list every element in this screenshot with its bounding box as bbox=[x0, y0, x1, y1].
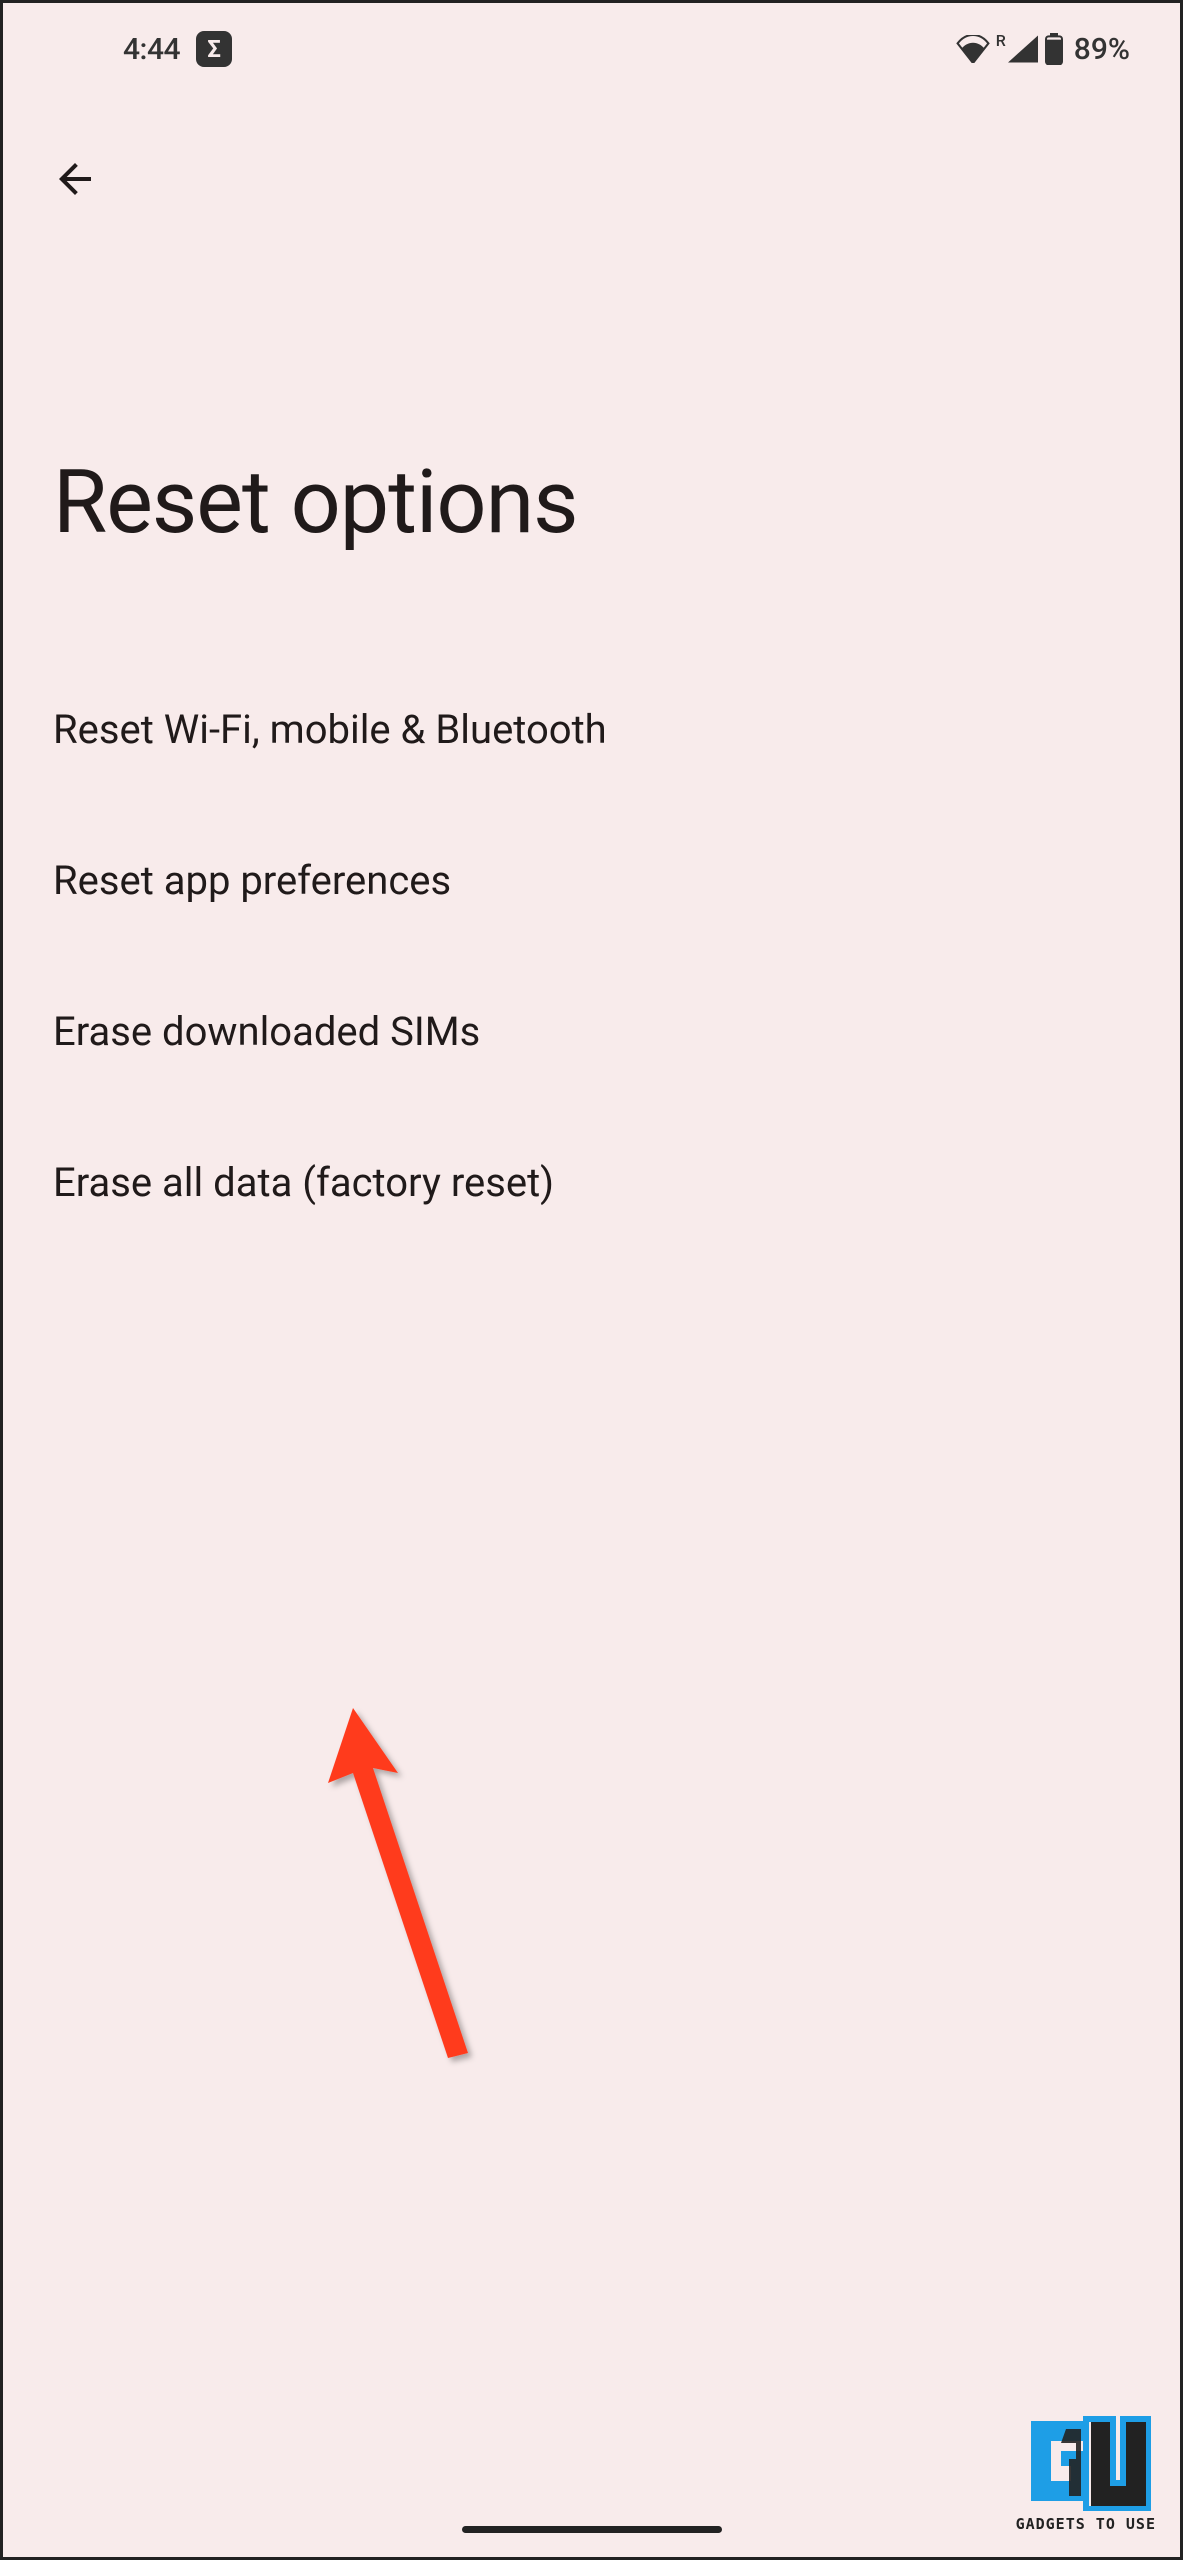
back-button[interactable] bbox=[43, 147, 107, 211]
battery-percent: 89% bbox=[1074, 32, 1130, 67]
erase-downloaded-sims-option[interactable]: Erase downloaded SIMs bbox=[53, 956, 1130, 1107]
annotation-arrow-icon bbox=[323, 1703, 503, 2087]
page-title: Reset options bbox=[3, 231, 1180, 654]
watermark-text: GADGETS TO USE bbox=[1016, 2515, 1156, 2533]
watermark: GADGETS TO USE bbox=[1016, 2411, 1156, 2533]
settings-screen: 4:44 Σ R 8 bbox=[0, 0, 1183, 2560]
battery-icon bbox=[1044, 33, 1064, 65]
status-left: 4:44 Σ bbox=[123, 31, 232, 67]
app-header bbox=[3, 87, 1180, 231]
sigma-app-icon: Σ bbox=[196, 31, 232, 67]
erase-all-data-option[interactable]: Erase all data (factory reset) bbox=[53, 1107, 1130, 1258]
status-right: R 89% bbox=[956, 32, 1130, 67]
reset-wifi-mobile-bluetooth-option[interactable]: Reset Wi-Fi, mobile & Bluetooth bbox=[53, 654, 1130, 805]
reset-options-list: Reset Wi-Fi, mobile & Bluetooth Reset ap… bbox=[3, 654, 1180, 1258]
navigation-handle[interactable] bbox=[462, 2526, 722, 2533]
watermark-logo-icon bbox=[1021, 2411, 1151, 2511]
roaming-indicator: R bbox=[996, 31, 1006, 50]
signal-icon bbox=[1008, 35, 1038, 63]
back-arrow-icon bbox=[51, 155, 99, 203]
reset-app-preferences-option[interactable]: Reset app preferences bbox=[53, 805, 1130, 956]
wifi-icon bbox=[956, 35, 990, 63]
status-time: 4:44 bbox=[123, 32, 180, 67]
status-bar: 4:44 Σ R 8 bbox=[3, 3, 1180, 87]
